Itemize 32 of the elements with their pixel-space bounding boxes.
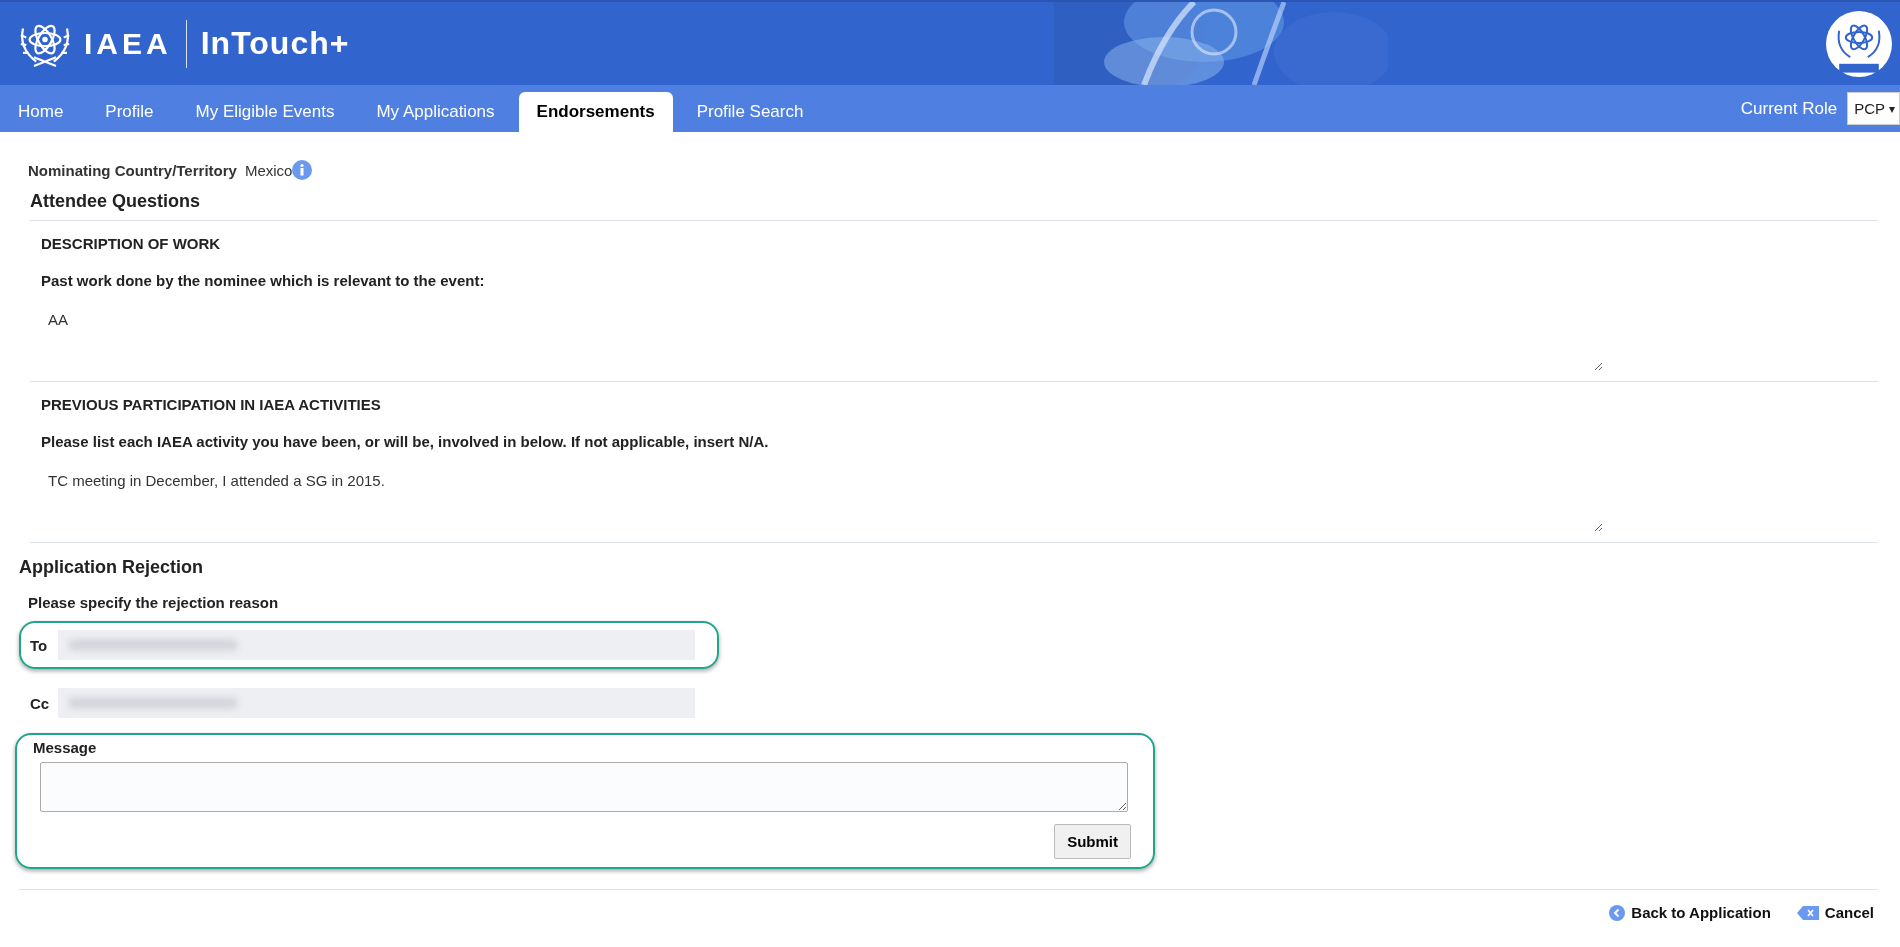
field-label: Cc — [30, 694, 48, 712]
nav-tab[interactable]: Profile Search — [678, 92, 822, 132]
input-field[interactable] — [58, 630, 695, 660]
back-link[interactable]: Back to Application — [1609, 904, 1771, 921]
nav-tab[interactable]: Profile — [87, 92, 172, 132]
input-field[interactable] — [58, 688, 695, 718]
app-title: InTouch+ — [200, 25, 350, 62]
role-select[interactable]: PCP ▾ — [1847, 92, 1900, 125]
section-title: Attendee Questions — [30, 191, 1878, 221]
field-value: Mexico — [244, 161, 293, 179]
brand-name: IAEA — [84, 26, 172, 61]
clear-icon — [1796, 905, 1819, 920]
back-icon — [1609, 904, 1626, 921]
nav-tab[interactable]: My Eligible Events — [177, 92, 353, 132]
submit-button[interactable]: Submit — [1054, 824, 1131, 859]
field-label: Message — [33, 739, 98, 756]
nav-tab[interactable]: Endorsements — [518, 92, 673, 132]
nav-tab[interactable]: My Applications — [358, 92, 513, 132]
question-heading: PREVIOUS PARTICIPATION IN IAEA ACTIVITIES — [41, 396, 382, 413]
question-prompt: Please list each IAEA activity you have been, or will be, involved in below. If not applicable, insert N/A. — [41, 433, 770, 450]
nav-tab[interactable]: Home — [0, 92, 82, 132]
field-label: To — [30, 636, 48, 654]
info-icon[interactable] — [292, 160, 313, 180]
message-field[interactable] — [40, 762, 1128, 812]
question-heading: DESCRIPTION OF WORK — [41, 235, 222, 252]
emblem-logo-icon — [1826, 10, 1892, 77]
cancel-link[interactable]: Cancel — [1796, 904, 1874, 921]
role-label: Current Role — [1740, 98, 1838, 119]
field-label: Nominating Country/Territory — [28, 161, 237, 179]
section-title: Application Rejection — [19, 557, 205, 578]
instruction-text: Please specify the rejection reason — [28, 594, 280, 611]
question-prompt: Past work done by the nominee which is relevant to the event: — [41, 272, 486, 289]
